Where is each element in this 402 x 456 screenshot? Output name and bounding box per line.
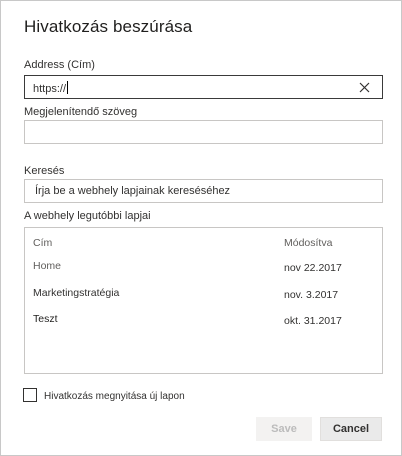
insert-link-dialog: Hivatkozás beszúrása Address (Cím) https… xyxy=(0,0,402,456)
list-item[interactable]: Home nov 22.2017 xyxy=(25,257,382,279)
column-header-modified: Módosítva xyxy=(284,237,333,249)
close-icon[interactable] xyxy=(359,82,370,93)
page-modified: okt. 31.2017 xyxy=(284,315,342,327)
list-item[interactable]: Teszt okt. 31.2017 xyxy=(25,310,382,332)
page-name: Teszt xyxy=(33,313,58,325)
display-text-label: Megjelenítendő szöveg xyxy=(24,106,138,118)
recent-pages-label: A webhely legutóbbi lapjai xyxy=(24,210,151,222)
display-text-field[interactable] xyxy=(24,120,383,144)
cancel-button[interactable]: Cancel xyxy=(320,417,382,441)
search-placeholder: Írja be a webhely lapjainak kereséséhez xyxy=(35,185,231,197)
page-modified: nov. 3.2017 xyxy=(284,289,339,301)
address-field[interactable]: https:// xyxy=(24,75,383,99)
open-in-new-tab-checkbox[interactable] xyxy=(23,388,37,402)
page-name: Marketingstratégia xyxy=(33,287,120,299)
search-label: Keresés xyxy=(24,165,65,177)
save-button[interactable]: Save xyxy=(256,417,312,441)
address-value: https:// xyxy=(33,81,69,95)
search-input[interactable]: Írja be a webhely lapjainak kereséséhez xyxy=(24,179,383,203)
address-label: Address (Cím) xyxy=(24,59,95,71)
list-item[interactable]: Marketingstratégia nov. 3.2017 xyxy=(25,284,382,306)
page-name: Home xyxy=(33,260,62,272)
text-caret xyxy=(67,81,69,94)
page-modified: nov 22.2017 xyxy=(284,262,342,274)
recent-pages-list: Cím Módosítva Home nov 22.2017 Marketing… xyxy=(24,227,383,374)
open-in-new-tab-label: Hivatkozás megnyitása új lapon xyxy=(44,391,185,402)
column-header-name: Cím xyxy=(33,237,53,249)
dialog-title: Hivatkozás beszúrása xyxy=(24,17,193,36)
